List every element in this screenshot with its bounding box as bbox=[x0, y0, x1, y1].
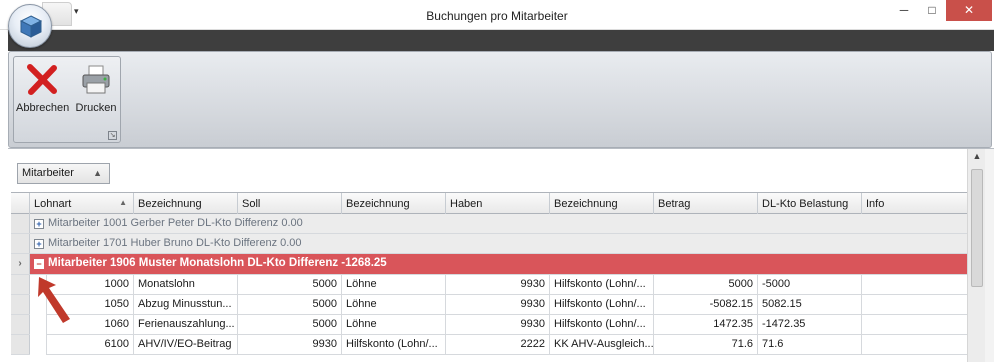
expand-icon[interactable]: + bbox=[34, 239, 44, 249]
table-row[interactable]: 1000 Monatslohn 5000 Löhne 9930 Hilfskon… bbox=[11, 275, 967, 295]
maximize-button[interactable]: □ bbox=[918, 0, 946, 21]
cell-info[interactable] bbox=[862, 295, 967, 315]
column-header-dl-kto-belastung[interactable]: DL-Kto Belastung bbox=[758, 193, 862, 214]
application-menu-button[interactable] bbox=[8, 4, 52, 48]
group-by-chip-mitarbeiter[interactable]: Mitarbeiter ▲ bbox=[17, 163, 110, 184]
title-bar: ▾ Buchungen pro Mitarbeiter ─ □ ✕ bbox=[0, 0, 994, 30]
cell-dl-kto-belastung[interactable]: 5082.15 bbox=[758, 295, 862, 315]
group-row-1701[interactable]: + Mitarbeiter 1701 Huber Bruno DL-Kto Di… bbox=[11, 234, 967, 254]
column-header-betrag[interactable]: Betrag bbox=[654, 193, 758, 214]
cell-soll[interactable]: 9930 bbox=[238, 335, 342, 355]
group-row-1001[interactable]: + Mitarbeiter 1001 Gerber Peter DL-Kto D… bbox=[11, 214, 967, 234]
sort-ascending-icon: ▲ bbox=[119, 198, 127, 207]
column-header-info[interactable]: Info bbox=[862, 193, 967, 214]
table-row[interactable]: 1060 Ferienauszahlung... 5000 Löhne 9930… bbox=[11, 315, 967, 335]
grid-panel: Mitarbeiter ▲ Lohnart ▲ Bezeichnung Soll… bbox=[8, 148, 994, 362]
cancel-button[interactable]: Abbrechen bbox=[16, 61, 70, 121]
row-indicator bbox=[11, 315, 30, 334]
window-title: Buchungen pro Mitarbeiter bbox=[426, 9, 568, 23]
cell-info[interactable] bbox=[862, 275, 967, 295]
vertical-scrollbar[interactable]: ▲ bbox=[967, 149, 985, 362]
cell-bezeichnung-1[interactable]: Monatslohn bbox=[134, 275, 238, 295]
cell-bezeichnung-2[interactable]: Löhne bbox=[342, 295, 446, 315]
cell-bezeichnung-2[interactable]: Hilfskonto (Lohn/... bbox=[342, 335, 446, 355]
row-indicator bbox=[11, 214, 30, 233]
group-by-chip-label: Mitarbeiter bbox=[22, 167, 74, 179]
bookings-grid: Lohnart ▲ Bezeichnung Soll Bezeichnung H… bbox=[11, 192, 967, 355]
grid-header: Lohnart ▲ Bezeichnung Soll Bezeichnung H… bbox=[11, 192, 967, 214]
close-button[interactable]: ✕ bbox=[946, 0, 992, 21]
column-header-bezeichnung-3[interactable]: Bezeichnung bbox=[550, 193, 654, 214]
collapse-icon[interactable]: − bbox=[34, 259, 44, 269]
cell-bezeichnung-1[interactable]: Abzug Minusstun... bbox=[134, 295, 238, 315]
column-header-lohnart[interactable]: Lohnart ▲ bbox=[30, 193, 134, 214]
cell-betrag[interactable]: 1472.35 bbox=[654, 315, 758, 335]
cell-dl-kto-belastung[interactable]: -1472.35 bbox=[758, 315, 862, 335]
group-launcher-icon[interactable]: ↘ bbox=[108, 131, 117, 140]
cell-haben[interactable]: 2222 bbox=[446, 335, 550, 355]
column-header-haben[interactable]: Haben bbox=[446, 193, 550, 214]
cell-soll[interactable]: 5000 bbox=[238, 275, 342, 295]
cell-bezeichnung-2[interactable]: Löhne bbox=[342, 275, 446, 295]
ribbon-tab-strip bbox=[8, 30, 994, 51]
group-row-label: Mitarbeiter 1701 Huber Bruno DL-Kto Diff… bbox=[48, 237, 302, 249]
group-indent bbox=[30, 335, 47, 355]
cell-haben[interactable]: 9930 bbox=[446, 315, 550, 335]
row-indicator bbox=[11, 234, 30, 253]
expand-icon[interactable]: + bbox=[34, 219, 44, 229]
minimize-button[interactable]: ─ bbox=[890, 0, 918, 21]
header-indicator bbox=[11, 193, 30, 214]
cancel-x-icon bbox=[27, 64, 57, 95]
cell-dl-kto-belastung[interactable]: -5000 bbox=[758, 275, 862, 295]
window-edge bbox=[985, 149, 994, 362]
cell-bezeichnung-3[interactable]: Hilfskonto (Lohn/... bbox=[550, 315, 654, 335]
column-header-label: Lohnart bbox=[34, 198, 72, 210]
print-button-label: Drucken bbox=[75, 102, 117, 114]
cell-bezeichnung-3[interactable]: KK AHV-Ausgleich... bbox=[550, 335, 654, 355]
cell-info[interactable] bbox=[862, 315, 967, 335]
cancel-button-label: Abbrechen bbox=[16, 102, 70, 114]
cell-bezeichnung-1[interactable]: Ferienauszahlung... bbox=[134, 315, 238, 335]
cell-bezeichnung-2[interactable]: Löhne bbox=[342, 315, 446, 335]
table-row[interactable]: 6100 AHV/IV/EO-Beitrag 9930 Hilfskonto (… bbox=[11, 335, 967, 355]
group-by-panel: Mitarbeiter ▲ bbox=[8, 150, 967, 190]
cell-betrag[interactable]: 71.6 bbox=[654, 335, 758, 355]
row-indicator bbox=[11, 335, 30, 354]
group-row-label: Mitarbeiter 1001 Gerber Peter DL-Kto Dif… bbox=[48, 217, 303, 229]
cell-haben[interactable]: 9930 bbox=[446, 275, 550, 295]
cell-soll[interactable]: 5000 bbox=[238, 315, 342, 335]
printer-icon bbox=[82, 65, 110, 94]
scrollbar-thumb[interactable] bbox=[971, 169, 983, 287]
ribbon-group-actions: Abbrechen Drucken ↘ bbox=[13, 56, 121, 143]
column-header-soll[interactable]: Soll bbox=[238, 193, 342, 214]
sort-ascending-icon: ▲ bbox=[93, 168, 102, 178]
column-header-bezeichnung-1[interactable]: Bezeichnung bbox=[134, 193, 238, 214]
ribbon: Abbrechen Drucken ↘ bbox=[8, 51, 992, 148]
group-row-1906-selected[interactable]: › − Mitarbeiter 1906 Muster Monatslohn D… bbox=[11, 254, 967, 275]
table-row[interactable]: 1050 Abzug Minusstun... 5000 Löhne 9930 … bbox=[11, 295, 967, 315]
cell-info[interactable] bbox=[862, 335, 967, 355]
cell-bezeichnung-1[interactable]: AHV/IV/EO-Beitrag bbox=[134, 335, 238, 355]
cell-haben[interactable]: 9930 bbox=[446, 295, 550, 315]
row-indicator bbox=[11, 275, 30, 294]
group-row-label: Mitarbeiter 1906 Muster Monatslohn DL-Kt… bbox=[48, 257, 387, 269]
cell-dl-kto-belastung[interactable]: 71.6 bbox=[758, 335, 862, 355]
cell-betrag[interactable]: -5082.15 bbox=[654, 295, 758, 315]
cell-bezeichnung-3[interactable]: Hilfskonto (Lohn/... bbox=[550, 275, 654, 295]
cell-bezeichnung-3[interactable]: Hilfskonto (Lohn/... bbox=[550, 295, 654, 315]
cell-soll[interactable]: 5000 bbox=[238, 295, 342, 315]
scroll-up-icon[interactable]: ▲ bbox=[968, 151, 986, 161]
annotation-arrow-icon bbox=[38, 277, 70, 323]
print-button[interactable]: Drucken bbox=[70, 61, 122, 121]
column-header-bezeichnung-2[interactable]: Bezeichnung bbox=[342, 193, 446, 214]
current-row-indicator-icon: › bbox=[11, 254, 30, 274]
cell-lohnart[interactable]: 6100 bbox=[47, 335, 134, 355]
app-cube-icon bbox=[19, 15, 43, 38]
row-indicator bbox=[11, 295, 30, 314]
cell-betrag[interactable]: 5000 bbox=[654, 275, 758, 295]
